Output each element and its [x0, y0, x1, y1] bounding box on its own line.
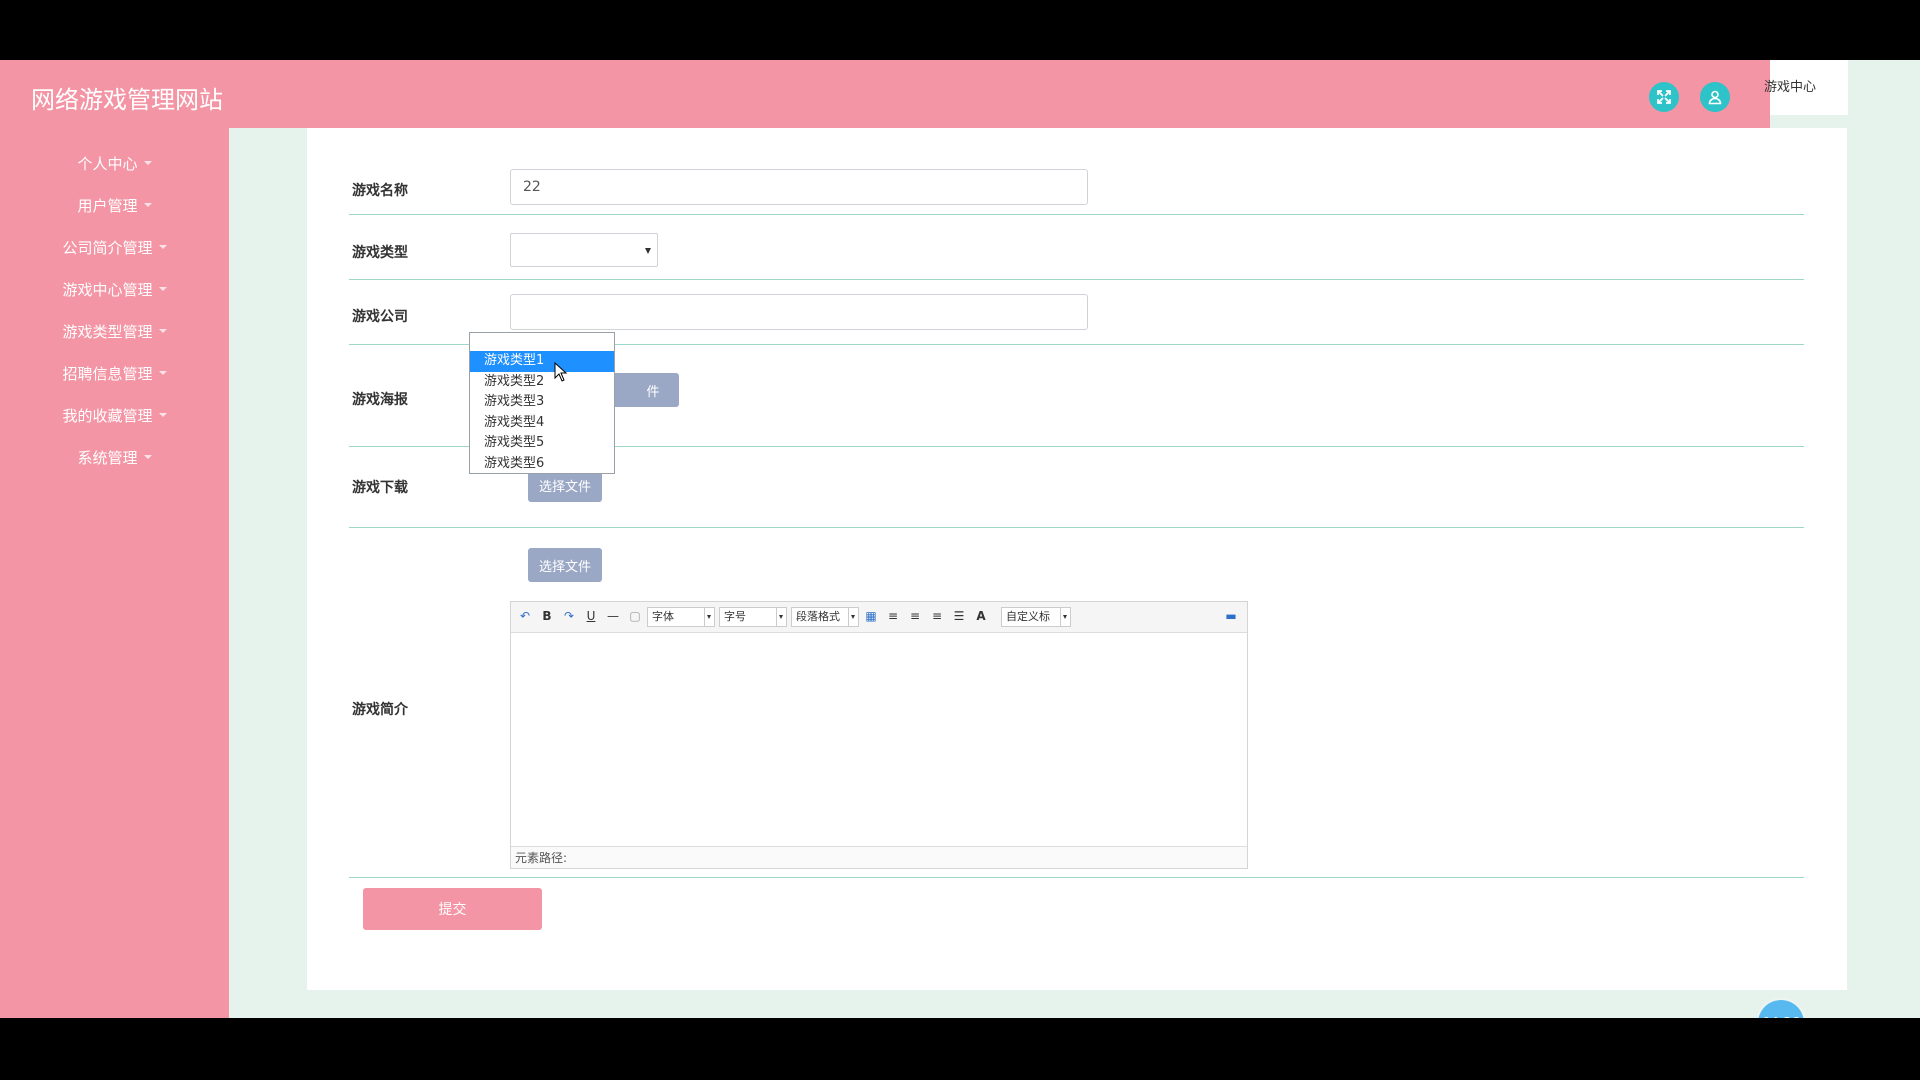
sidebar-item-game-center[interactable]: 游戏中心管理 — [0, 268, 229, 310]
dropdown-option[interactable]: 游戏类型4 — [470, 413, 614, 434]
align-center-icon[interactable]: ≡ — [929, 608, 945, 624]
sidebar-item-label: 系统管理 — [77, 448, 138, 467]
top-header: 网络游戏管理网站 — [0, 60, 1770, 128]
align-justify-icon[interactable]: ☰ — [951, 608, 967, 624]
game-type-select[interactable] — [510, 233, 658, 267]
game-company-input[interactable] — [510, 294, 1088, 330]
paragraph-format-value: 段落格式 — [796, 610, 840, 623]
font-color-icon[interactable]: A — [973, 608, 989, 624]
fullscreen-editor-icon[interactable]: ▬ — [1223, 608, 1239, 624]
form-panel: 游戏名称 22 游戏类型 游戏公司 游戏海报 件 游戏下载 选择文件 游戏简介 … — [307, 128, 1847, 990]
font-size-value: 字号 — [724, 610, 746, 623]
chevron-down-icon — [645, 248, 651, 254]
form-row-type: 游戏类型 — [349, 214, 1804, 280]
dropdown-option[interactable]: 游戏类型3 — [470, 392, 614, 413]
chevron-down-icon — [1060, 608, 1070, 626]
custom-title-select[interactable]: 自定义标 — [1001, 607, 1071, 627]
font-family-value: 字体 — [652, 610, 674, 623]
chevron-down-icon — [158, 329, 167, 333]
form-row-name: 游戏名称 22 — [349, 128, 1804, 215]
sidebar-item-personal-center[interactable]: 个人中心 — [0, 142, 229, 184]
game-intro-label: 游戏简介 — [352, 702, 408, 718]
dropdown-option[interactable]: 游戏类型6 — [470, 454, 614, 475]
game-poster-label: 游戏海报 — [352, 392, 408, 408]
app-window: 网络游戏管理网站 游戏中心 个人中心 用户管理 公司简介管理 游戏中心管理 游戏… — [0, 60, 1920, 1018]
sidebar-item-user-management[interactable]: 用户管理 — [0, 184, 229, 226]
chevron-down-icon — [158, 287, 167, 291]
horizontal-rule-icon[interactable]: — — [605, 608, 621, 624]
sidebar-item-label: 我的收藏管理 — [62, 406, 153, 425]
chevron-down-icon — [143, 161, 152, 165]
user-icon — [1708, 90, 1722, 105]
sidebar-item-game-type[interactable]: 游戏类型管理 — [0, 310, 229, 352]
fullscreen-icon — [1657, 90, 1671, 104]
sidebar-item-label: 个人中心 — [77, 154, 138, 173]
font-size-select[interactable]: 字号 — [719, 607, 787, 627]
game-name-label: 游戏名称 — [352, 183, 408, 199]
header-link-label: 游戏中心 — [1764, 80, 1817, 95]
dropdown-option[interactable]: 游戏类型1 — [470, 351, 614, 372]
redo-icon[interactable]: ↷ — [561, 608, 577, 624]
font-family-select[interactable]: 字体 — [647, 607, 715, 627]
form-row-intro: 游戏简介 选择文件 ↶ B ↷ U — ▢ 字体 字号 段落格式 ▦ ≡ ≡ ≡ — [349, 527, 1804, 878]
sidebar-item-favorites[interactable]: 我的收藏管理 — [0, 394, 229, 436]
dropdown-option[interactable]: 游戏类型2 — [470, 372, 614, 393]
custom-title-value: 自定义标 — [1006, 610, 1050, 623]
rich-text-editor: ↶ B ↷ U — ▢ 字体 字号 段落格式 ▦ ≡ ≡ ≡ ☰ A 自定义标 — [510, 601, 1248, 869]
game-name-input[interactable]: 22 — [510, 169, 1088, 205]
poster-choose-file-button[interactable]: 件 — [605, 373, 679, 407]
mouse-cursor-icon — [554, 362, 568, 382]
chevron-down-icon — [143, 455, 152, 459]
game-type-label: 游戏类型 — [352, 245, 408, 261]
align-right-icon[interactable]: ≡ — [907, 608, 923, 624]
bold-icon[interactable]: B — [539, 608, 555, 624]
site-title: 网络游戏管理网站 — [31, 86, 223, 114]
page-icon[interactable]: ▢ — [627, 608, 643, 624]
underline-icon[interactable]: U — [583, 608, 599, 624]
editor-toolbar: ↶ B ↷ U — ▢ 字体 字号 段落格式 ▦ ≡ ≡ ≡ ☰ A 自定义标 — [511, 602, 1247, 633]
sidebar-item-label: 游戏类型管理 — [62, 322, 153, 341]
sidebar-item-recruitment[interactable]: 招聘信息管理 — [0, 352, 229, 394]
sidebar-item-company-intro[interactable]: 公司简介管理 — [0, 226, 229, 268]
game-download-label: 游戏下载 — [352, 480, 408, 496]
paragraph-format-select[interactable]: 段落格式 — [791, 607, 859, 627]
fullscreen-button[interactable] — [1649, 82, 1679, 112]
chevron-down-icon — [158, 371, 167, 375]
sidebar-item-label: 招聘信息管理 — [62, 364, 153, 383]
editor-element-path: 元素路径: — [511, 846, 1247, 868]
chevron-down-icon — [776, 608, 786, 626]
chevron-down-icon — [158, 413, 167, 417]
undo-icon[interactable]: ↶ — [517, 608, 533, 624]
game-company-label: 游戏公司 — [352, 309, 408, 325]
clock-badge: 04:36 — [1758, 1000, 1804, 1018]
sidebar-item-label: 用户管理 — [77, 196, 138, 215]
sidebar-item-system[interactable]: 系统管理 — [0, 436, 229, 478]
chevron-down-icon — [158, 245, 167, 249]
game-type-dropdown: 游戏类型1 游戏类型2 游戏类型3 游戏类型4 游戏类型5 游戏类型6 — [469, 332, 615, 474]
submit-button[interactable]: 提交 — [363, 888, 542, 930]
user-button[interactable] — [1700, 82, 1730, 112]
align-left-icon[interactable]: ≡ — [885, 608, 901, 624]
sidebar: 个人中心 用户管理 公司简介管理 游戏中心管理 游戏类型管理 招聘信息管理 我的… — [0, 128, 229, 1018]
table-icon[interactable]: ▦ — [863, 608, 879, 624]
dropdown-option[interactable]: 游戏类型5 — [470, 433, 614, 454]
intro-choose-file-button[interactable]: 选择文件 — [528, 548, 602, 582]
chevron-down-icon — [704, 608, 714, 626]
header-link-game-center[interactable]: 游戏中心 — [1764, 60, 1848, 115]
chevron-down-icon — [848, 608, 858, 626]
poster-button-label: 件 — [646, 384, 660, 400]
sidebar-item-label: 公司简介管理 — [62, 238, 153, 257]
editor-content-area[interactable] — [511, 632, 1247, 848]
chevron-down-icon — [143, 203, 152, 207]
sidebar-item-label: 游戏中心管理 — [62, 280, 153, 299]
